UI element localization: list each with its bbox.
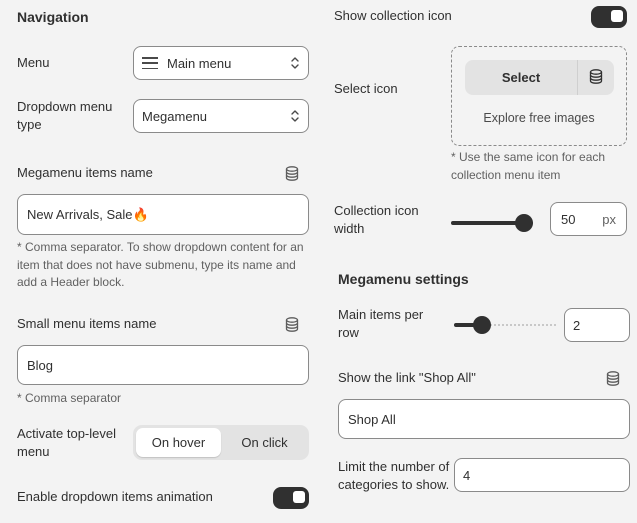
option-on-click[interactable]: On click [223, 428, 306, 457]
small-menu-items-label: Small menu items name [17, 316, 157, 331]
dynamic-source-button[interactable] [578, 60, 614, 95]
toggle-knob [293, 491, 305, 503]
database-icon[interactable] [606, 371, 620, 389]
limit-categories-label: Limit the number of categories to show. [338, 459, 450, 492]
select-button[interactable]: Select [465, 60, 577, 95]
icon-dropzone[interactable]: Select Explore free images [451, 46, 627, 146]
megamenu-items-input[interactable]: New Arrivals, Sale🔥 [17, 194, 309, 235]
menu-label: Menu [17, 55, 50, 70]
small-menu-items-input[interactable]: Blog [17, 345, 309, 385]
activate-menu-segmented: On hover On click [133, 425, 309, 460]
dropdown-type-select[interactable]: Megamenu [133, 99, 309, 133]
items-per-row-slider[interactable] [454, 313, 556, 337]
animation-label: Enable dropdown items animation [17, 489, 213, 504]
database-icon[interactable] [285, 166, 299, 184]
shop-all-label: Show the link "Shop All" [338, 370, 476, 385]
toggle-knob [611, 10, 623, 22]
section-title-navigation: Navigation [17, 9, 89, 25]
icon-width-input[interactable]: 50 px [550, 202, 627, 236]
menu-select[interactable]: Main menu [133, 46, 309, 80]
select-icon-label: Select icon [334, 81, 398, 96]
explore-free-images-link[interactable]: Explore free images [452, 111, 626, 125]
items-per-row-input[interactable]: 2 [564, 308, 630, 342]
unit-suffix: px [602, 211, 616, 227]
select-icon-help: * Use the same icon for each collection … [451, 150, 606, 182]
items-per-row-label: Main items per row [338, 307, 424, 340]
hamburger-icon [142, 57, 158, 69]
select-icon-group: Select [465, 60, 614, 95]
items-per-row-value: 2 [573, 317, 581, 333]
menu-select-value: Main menu [167, 55, 232, 71]
megamenu-settings-title: Megamenu settings [338, 271, 469, 287]
icon-width-label: Collection icon width [334, 203, 419, 236]
option-on-click-label: On click [241, 435, 288, 450]
slider-handle[interactable] [473, 316, 492, 334]
small-menu-items-value: Blog [27, 357, 54, 373]
megamenu-items-help: * Comma separator. To show dropdown cont… [17, 240, 304, 289]
activate-menu-label: Activate top-level menu [17, 426, 116, 459]
database-icon [589, 68, 603, 87]
database-icon[interactable] [285, 317, 299, 335]
icon-width-value: 50 [561, 211, 576, 227]
shop-all-value: Shop All [348, 411, 396, 427]
option-on-hover-label: On hover [151, 435, 206, 450]
megamenu-items-value: New Arrivals, Sale🔥 [27, 206, 149, 222]
icon-width-slider[interactable] [451, 211, 533, 235]
slider-handle[interactable] [515, 214, 533, 232]
small-menu-items-help: * Comma separator [17, 391, 122, 405]
limit-categories-value: 4 [463, 467, 471, 483]
megamenu-items-label: Megamenu items name [17, 165, 153, 180]
shop-all-input[interactable]: Shop All [338, 399, 630, 439]
show-icon-label: Show collection icon [334, 8, 452, 23]
chevron-updown-icon [290, 55, 300, 71]
limit-categories-input[interactable]: 4 [454, 458, 630, 492]
show-icon-toggle[interactable] [591, 6, 627, 28]
dropdown-type-value: Megamenu [142, 108, 208, 124]
dropdown-type-label: Dropdown menu type [17, 99, 113, 132]
option-on-hover[interactable]: On hover [136, 428, 221, 457]
chevron-updown-icon [290, 108, 300, 124]
animation-toggle[interactable] [273, 487, 309, 509]
